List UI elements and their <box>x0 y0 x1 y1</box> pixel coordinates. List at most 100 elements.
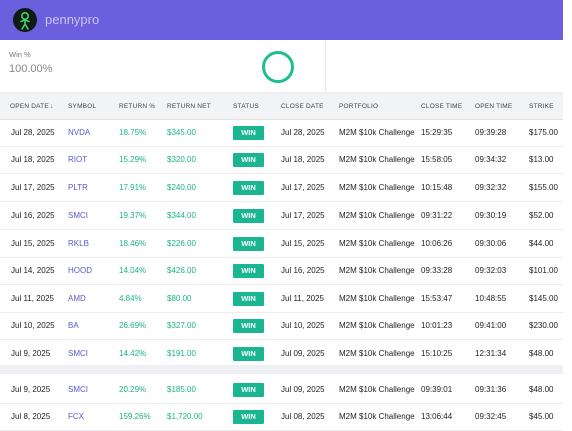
cell-return-net: $185.00 <box>167 385 196 394</box>
cell-close-time: 15:10:25 <box>421 349 453 358</box>
cell-symbol[interactable]: BA <box>68 321 79 330</box>
table-row[interactable]: Jul 9, 2025 SMCI 20.29% $185.00 WIN Jul 09, 2… <box>0 376 563 404</box>
sort-down-icon[interactable]: ↓ <box>50 103 54 110</box>
cell-symbol[interactable]: FCX <box>68 412 84 421</box>
table-row[interactable]: Jul 17, 2025 PLTR 17.91% $240.00 WIN Jul 17, … <box>0 174 563 202</box>
cell-return-pct: 14.04% <box>119 266 147 275</box>
cell-portfolio: M2M $10k Challenge <box>339 155 415 164</box>
cell-open-time: 09:30:06 <box>475 239 507 248</box>
cell-close-time: 09:31:22 <box>421 211 453 220</box>
status-badge: WIN <box>233 126 264 140</box>
cell-portfolio: M2M $10k Challenge <box>339 239 415 248</box>
cell-return-net: $320.00 <box>167 155 196 164</box>
cell-strike: $145.00 <box>529 294 558 303</box>
cell-symbol[interactable]: NVDA <box>68 128 90 137</box>
page-scrollbar[interactable] <box>563 0 572 428</box>
cell-open-time: 09:30:19 <box>475 211 507 220</box>
cell-close-time: 13:06:44 <box>421 412 453 421</box>
cell-close-date: Jul 10, 2025 <box>281 321 325 330</box>
cell-portfolio: M2M $10k Challenge <box>339 349 415 358</box>
cell-strike: $175.00 <box>529 128 558 137</box>
header-return-pct[interactable]: RETURN % <box>119 103 155 110</box>
status-badge: WIN <box>233 292 264 306</box>
table-row[interactable]: Jul 15, 2025 RKLB 18.46% $226.00 WIN Jul 15, … <box>0 230 563 258</box>
header-return-net[interactable]: RETURN NET <box>167 103 211 110</box>
cell-return-pct: 159.26% <box>119 412 151 421</box>
cell-open-time: 09:34:32 <box>475 155 507 164</box>
cell-open-date: Jul 16, 2025 <box>11 211 55 220</box>
cell-symbol[interactable]: HOOD <box>68 266 92 275</box>
table-row[interactable]: Jul 8, 2025 FCX 159.26% $1,720.00 WIN Jul 08,… <box>0 403 563 431</box>
cell-portfolio: M2M $10k Challenge <box>339 183 415 192</box>
cell-open-date: Jul 14, 2025 <box>11 266 55 275</box>
header-close-date[interactable]: CLOSE DATE <box>281 103 324 110</box>
cell-return-pct: 19.37% <box>119 211 147 220</box>
cell-return-net: $426.00 <box>167 266 196 275</box>
cell-portfolio: M2M $10k Challenge <box>339 266 415 275</box>
cell-symbol[interactable]: RIOT <box>68 155 87 164</box>
cell-strike: $45.00 <box>529 412 554 421</box>
cell-open-date: Jul 15, 2025 <box>11 239 55 248</box>
table-row[interactable]: Jul 9, 2025 SMCI 14.42% $191.00 WIN Jul 09, 2… <box>0 340 563 368</box>
cell-close-date: Jul 15, 2025 <box>281 239 325 248</box>
cell-strike: $48.00 <box>529 349 554 358</box>
cell-close-date: Jul 17, 2025 <box>281 211 325 220</box>
cell-portfolio: M2M $10k Challenge <box>339 412 415 421</box>
cell-close-time: 09:33:28 <box>421 266 453 275</box>
header-open-time[interactable]: OPEN TIME <box>475 103 512 110</box>
status-badge: WIN <box>233 264 264 278</box>
status-badge: WIN <box>233 153 264 167</box>
cell-symbol[interactable]: RKLB <box>68 239 89 248</box>
header-close-time[interactable]: CLOSE TIME <box>421 103 462 110</box>
cell-symbol[interactable]: PLTR <box>68 183 88 192</box>
header-status[interactable]: STATUS <box>233 103 259 110</box>
header-strike[interactable]: STRIKE <box>529 103 554 110</box>
table-row[interactable]: Jul 11, 2025 AMD 4.84% $80.00 WIN Jul 11, 202… <box>0 285 563 313</box>
win-rate-value: 100.00% <box>9 63 53 75</box>
status-badge: WIN <box>233 410 264 424</box>
header-open-date[interactable]: OPEN DATE↓ <box>10 103 54 110</box>
cell-open-date: Jul 9, 2025 <box>11 349 51 358</box>
cell-symbol[interactable]: AMD <box>68 294 86 303</box>
cell-symbol[interactable]: SMCI <box>68 211 88 220</box>
cell-open-time: 12:31:34 <box>475 349 507 358</box>
cell-close-time: 15:53:47 <box>421 294 453 303</box>
cell-strike: $44.00 <box>529 239 554 248</box>
table-section-gap <box>0 365 563 374</box>
cell-open-date: Jul 8, 2025 <box>11 412 51 421</box>
cell-return-net: $226.00 <box>167 239 196 248</box>
status-badge: WIN <box>233 181 264 195</box>
cell-close-date: Jul 28, 2025 <box>281 128 325 137</box>
cell-symbol[interactable]: SMCI <box>68 349 88 358</box>
table-row[interactable]: Jul 10, 2025 BA 26.69% $327.00 WIN Jul 10, 20… <box>0 312 563 340</box>
header-symbol[interactable]: SYMBOL <box>68 103 96 110</box>
table-row[interactable]: Jul 14, 2025 HOOD 14.04% $426.00 WIN Jul 16, … <box>0 257 563 285</box>
cell-portfolio: M2M $10k Challenge <box>339 321 415 330</box>
cell-return-pct: 4.84% <box>119 294 142 303</box>
table-row[interactable]: Jul 28, 2025 NVDA 18.75% $345.00 WIN Jul 28, … <box>0 119 563 147</box>
brand-name[interactable]: pennypro <box>45 12 99 27</box>
cell-close-date: Jul 08, 2025 <box>281 412 325 421</box>
status-badge: WIN <box>233 319 264 333</box>
pennypro-logo-icon[interactable] <box>13 8 37 32</box>
cell-close-time: 10:06:26 <box>421 239 453 248</box>
cell-open-time: 10:48:55 <box>475 294 507 303</box>
cell-strike: $155.00 <box>529 183 558 192</box>
table-row[interactable]: Jul 18, 2025 RIOT 15.29% $320.00 WIN Jul 18, … <box>0 146 563 174</box>
header-portfolio[interactable]: PORTFOLIO <box>339 103 378 110</box>
cell-return-pct: 18.46% <box>119 239 147 248</box>
cell-return-net: $191.00 <box>167 349 196 358</box>
cell-open-time: 09:32:03 <box>475 266 507 275</box>
cell-close-date: Jul 16, 2025 <box>281 266 325 275</box>
status-badge: WIN <box>233 209 264 223</box>
cell-strike: $48.00 <box>529 385 554 394</box>
cell-close-date: Jul 09, 2025 <box>281 385 325 394</box>
cell-open-time: 09:31:36 <box>475 385 507 394</box>
cell-return-pct: 15.29% <box>119 155 147 164</box>
cell-return-pct: 20.29% <box>119 385 147 394</box>
trades-table: OPEN DATE↓ SYMBOL RETURN % RETURN NET ST… <box>0 95 563 431</box>
cell-symbol[interactable]: SMCI <box>68 385 88 394</box>
table-row[interactable]: Jul 16, 2025 SMCI 19.37% $344.00 WIN Jul 17, … <box>0 202 563 230</box>
win-rate-ring-icon <box>262 51 294 83</box>
status-badge: WIN <box>233 383 264 397</box>
